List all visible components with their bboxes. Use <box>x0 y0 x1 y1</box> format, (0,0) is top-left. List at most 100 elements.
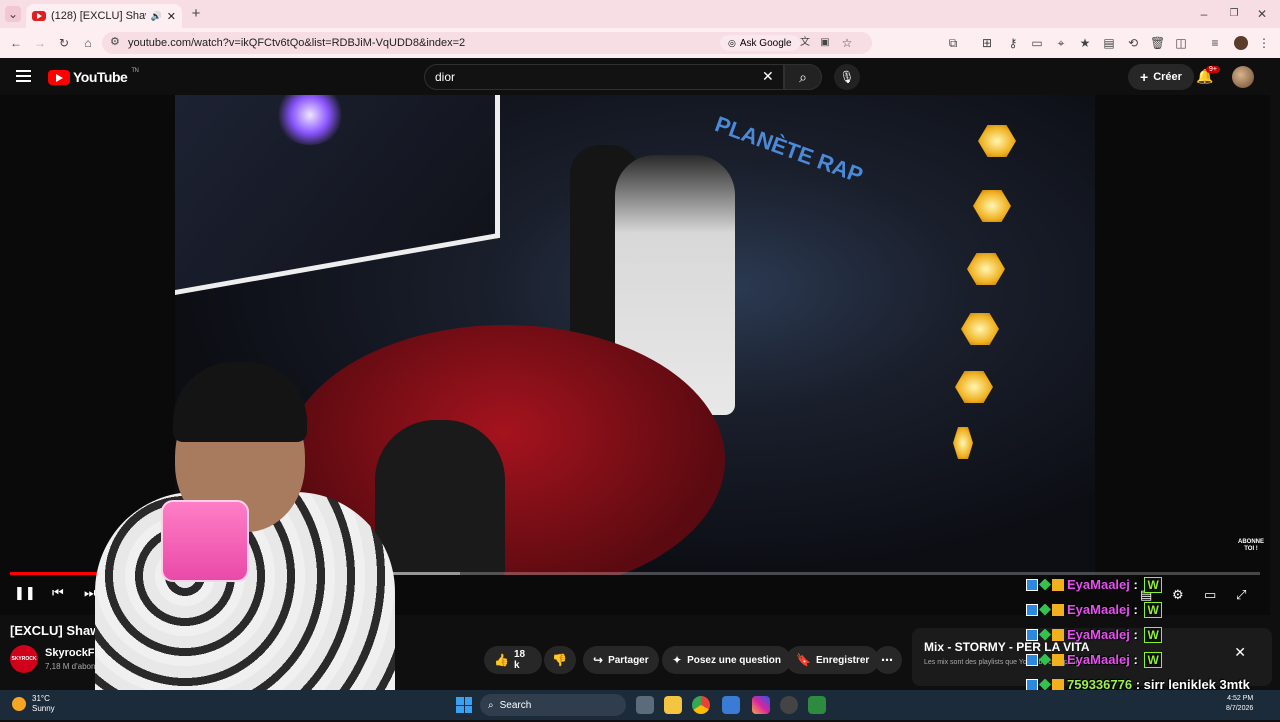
weather-widget[interactable]: 31°C Sunny <box>12 694 55 714</box>
badge-icon <box>1039 653 1051 666</box>
badge-icon <box>1026 603 1038 616</box>
chat-username: EyaMaalej <box>1067 627 1130 642</box>
share-button[interactable]: ↪ Partager <box>583 646 659 674</box>
more-icon: ⋯ <box>881 653 893 667</box>
dislike-button[interactable]: 👎 <box>544 646 576 674</box>
chat-message: EyaMaalej : W <box>1026 572 1280 597</box>
browser-tab[interactable]: (128) [EXCLU] Shaw - Pilla 🔊 ✕ <box>26 4 182 28</box>
bookmark-star-icon[interactable]: ☆ <box>840 35 854 51</box>
chrome-icon[interactable] <box>692 696 710 714</box>
previous-icon[interactable]: ⏮ <box>52 585 64 601</box>
chat-username: EyaMaalej <box>1067 577 1130 592</box>
badge-icon <box>1026 678 1038 691</box>
pause-icon[interactable]: ❚❚ <box>14 585 36 601</box>
hex-light <box>955 371 993 403</box>
badge-icon <box>1039 578 1051 591</box>
save-label: Enregistrer <box>815 654 870 666</box>
tab-search-icon[interactable]: ⌄ <box>5 6 21 22</box>
key-icon[interactable]: ⚷ <box>1006 35 1020 51</box>
google-lens-icon: ◎ <box>728 37 736 48</box>
badge-icon <box>1026 653 1038 666</box>
window-close-icon[interactable]: ✕ <box>1254 6 1270 22</box>
badge-icon <box>1026 628 1038 641</box>
ask-question-button[interactable]: ✦ Posez une question <box>662 646 791 674</box>
ask-google-label: Ask Google <box>739 37 792 49</box>
translate-icon[interactable]: 文 <box>798 35 812 51</box>
chat-message: EyaMaalej : W <box>1026 647 1280 672</box>
store-icon[interactable] <box>722 696 740 714</box>
reading-list-icon[interactable]: ▤ <box>1102 35 1116 51</box>
taskbar-search[interactable]: ⌕ Search <box>480 694 626 716</box>
badge-icon <box>1026 578 1038 591</box>
pink-phone <box>161 500 249 582</box>
history-icon[interactable]: ⟲ <box>1126 35 1140 51</box>
sidepanel-icon[interactable]: ◫ <box>1174 35 1188 51</box>
like-button[interactable]: 👍 18 k <box>484 646 542 674</box>
chat-badges <box>1026 603 1064 616</box>
youtube-logo-text: YouTube <box>73 69 128 85</box>
search-input[interactable]: dior <box>424 64 784 90</box>
channel-avatar[interactable]: SKYROCK <box>10 645 38 673</box>
chat-username: EyaMaalej <box>1067 652 1130 667</box>
bookmarks-icon[interactable]: ★ <box>1078 35 1092 51</box>
app-icon[interactable] <box>780 696 798 714</box>
windows-start-icon[interactable] <box>456 697 472 713</box>
task-view-icon[interactable] <box>636 696 654 714</box>
tab-title: (128) [EXCLU] Shaw - Pilla <box>51 10 146 22</box>
youtube-header: YouTube TN dior ✕ ⌕ 🎙 + Créer 🔔 9+ <box>0 58 1280 96</box>
media-app-icon[interactable] <box>808 696 826 714</box>
chat-separator: : <box>1129 577 1142 592</box>
instagram-icon[interactable] <box>752 696 770 714</box>
hamburger-menu-icon[interactable] <box>16 70 31 82</box>
hex-light <box>978 125 1016 157</box>
restore-icon[interactable]: ❐ <box>1226 6 1242 22</box>
search-value: dior <box>435 70 456 84</box>
chat-message-emote: W <box>1144 576 1162 593</box>
tab-close-icon[interactable]: ✕ <box>167 10 176 23</box>
share-label: Partager <box>608 654 649 666</box>
location-icon[interactable]: ⌖ <box>1054 35 1068 51</box>
minimize-icon[interactable]: – <box>1196 6 1212 22</box>
hex-light <box>961 313 999 345</box>
youtube-logo[interactable]: YouTube TN <box>48 68 139 86</box>
sparkle-icon: ✦ <box>672 653 683 667</box>
bookmark-icon: 🔖 <box>796 653 811 667</box>
youtube-play-icon <box>48 69 70 85</box>
file-explorer-icon[interactable] <box>664 696 682 714</box>
site-info-icon[interactable]: ⚙ <box>110 35 120 48</box>
clear-search-icon[interactable]: ✕ <box>762 68 774 85</box>
delete-icon[interactable]: 🗑 <box>1150 35 1165 51</box>
voice-search-icon[interactable]: 🎙 <box>834 64 860 90</box>
home-icon[interactable]: ⌂ <box>80 35 96 51</box>
plus-icon: + <box>1140 69 1149 85</box>
search-icon: ⌕ <box>488 699 494 711</box>
more-actions-button[interactable]: ⋯ <box>874 646 902 674</box>
badge-icon <box>1052 628 1064 641</box>
ask-google-button[interactable]: ◎ Ask Google <box>720 35 800 51</box>
badge-icon <box>1039 628 1051 641</box>
thumbs-down-icon: 👎 <box>552 653 567 667</box>
card-icon[interactable]: ▭ <box>1030 35 1044 51</box>
reload-icon[interactable]: ↻ <box>56 35 72 51</box>
new-tab-icon[interactable]: + <box>188 6 204 22</box>
streamer-hair <box>173 362 307 442</box>
speaker-icon[interactable]: 🔊 <box>151 11 162 22</box>
next-icon[interactable]: ⏭ <box>84 585 96 601</box>
cast-icon[interactable]: ▣ <box>818 35 832 51</box>
profile-avatar[interactable] <box>1234 36 1248 50</box>
chrome-menu-icon[interactable]: ⋮ <box>1258 35 1270 51</box>
windows-taskbar: 31°C Sunny ⌕ Search 4:52 PM 8/7/2026 <box>0 690 1280 720</box>
search-button[interactable]: ⌕ <box>784 64 822 90</box>
taskbar-clock[interactable]: 4:52 PM 8/7/2026 <box>1226 694 1253 714</box>
media-icon[interactable]: ≡ <box>1208 35 1222 51</box>
extension-icon-1[interactable]: ⊞ <box>980 35 994 51</box>
extensions-icon[interactable]: ⧉ <box>946 35 960 51</box>
badge-icon <box>1052 678 1064 691</box>
create-button[interactable]: + Créer <box>1128 64 1194 90</box>
save-button[interactable]: 🔖 Enregistrer <box>786 646 880 674</box>
back-icon[interactable]: ← <box>8 35 24 51</box>
forward-icon[interactable]: → <box>32 35 48 51</box>
clock-time: 4:52 PM <box>1227 695 1254 702</box>
browser-toolbar: ← → ↻ ⌂ ⚙ youtube.com/watch?v=ikQFCtv6tQ… <box>0 28 1280 58</box>
account-avatar[interactable] <box>1232 66 1254 88</box>
